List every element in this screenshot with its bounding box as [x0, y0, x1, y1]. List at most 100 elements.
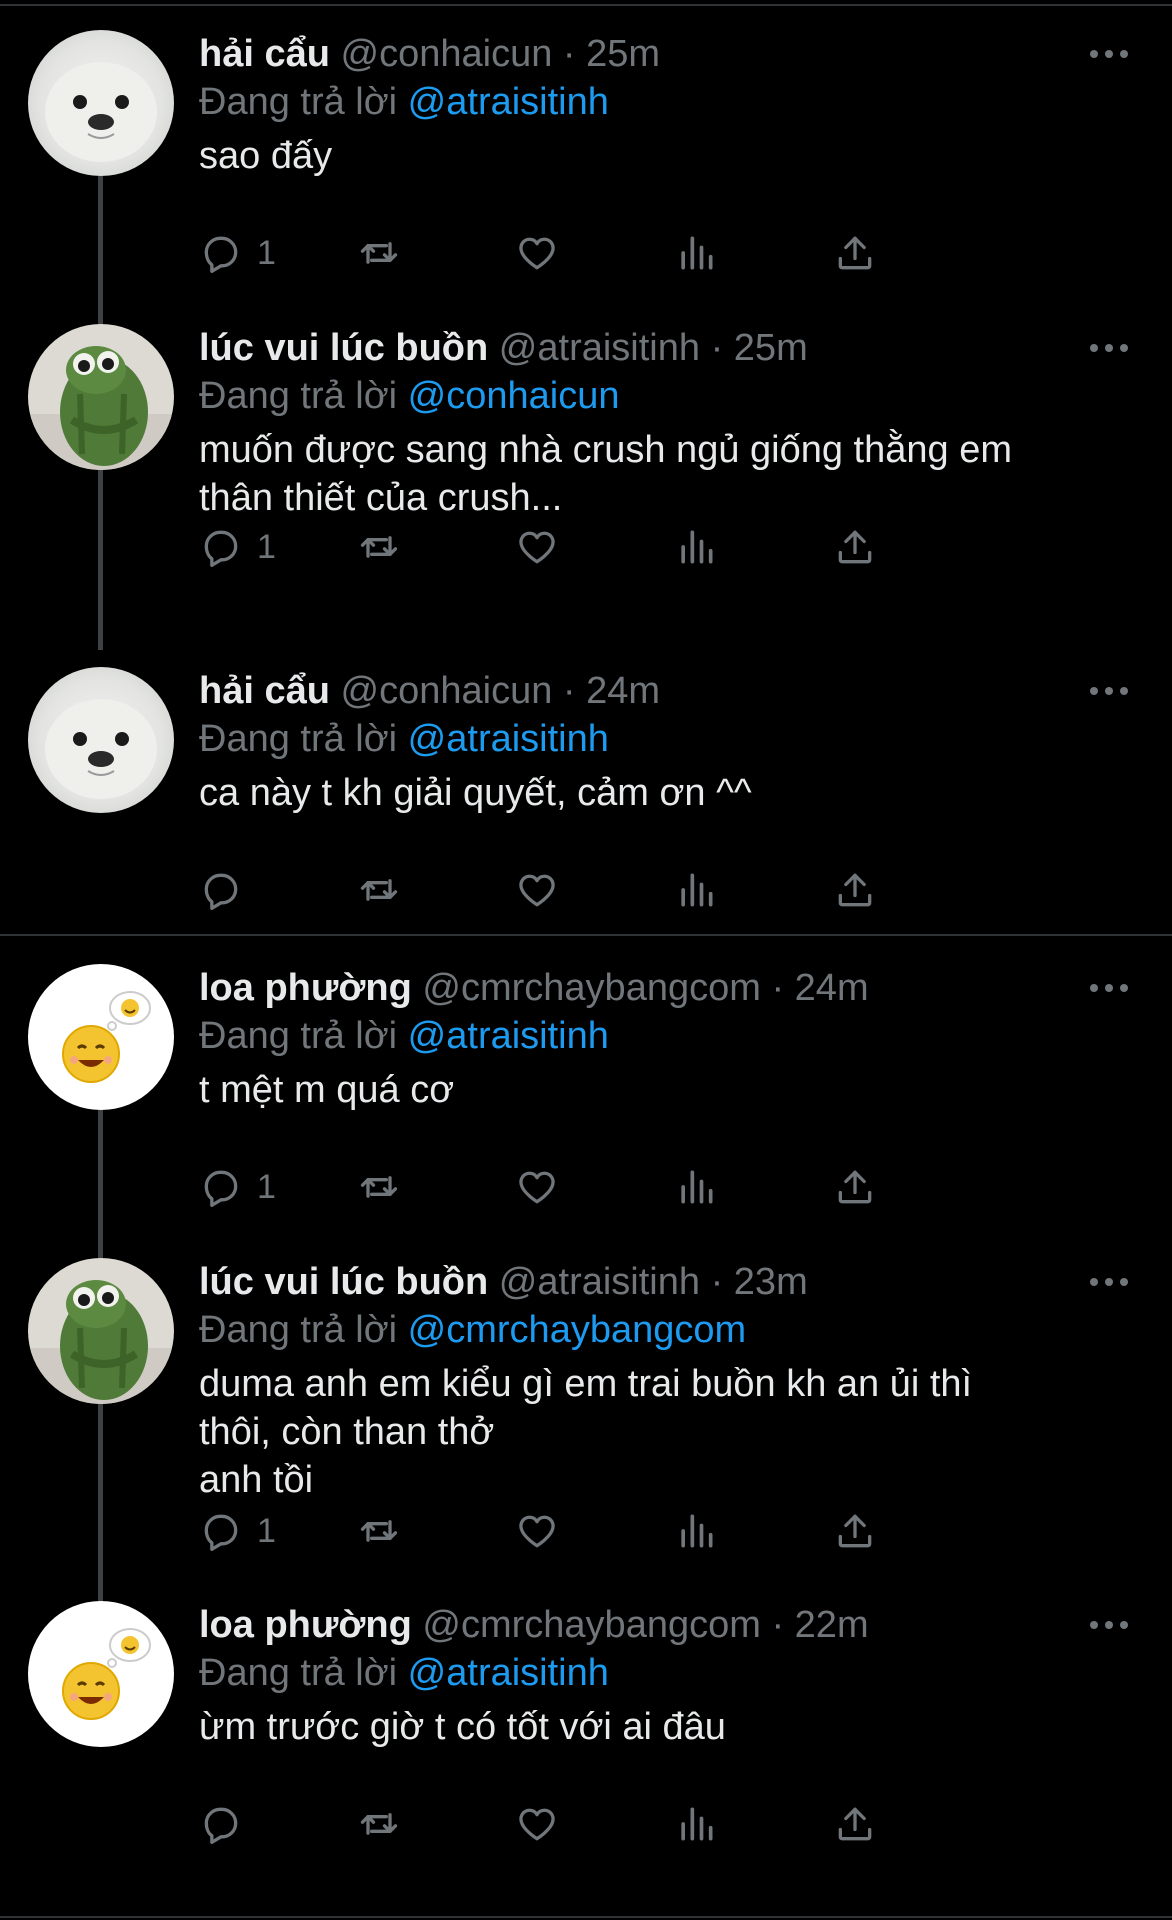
like-button[interactable] — [515, 1162, 559, 1212]
display-name[interactable]: loa phường — [199, 967, 412, 1009]
retweet-button[interactable] — [357, 1506, 401, 1556]
retweet-button[interactable] — [357, 228, 401, 278]
more-horizontal-icon[interactable] — [1084, 1607, 1134, 1643]
timestamp[interactable]: 22m — [795, 1604, 869, 1646]
share-button[interactable] — [833, 228, 877, 278]
avatar-frog[interactable] — [28, 324, 174, 470]
replying-to-label: Đang trả lời — [199, 81, 398, 123]
views-button[interactable] — [674, 1506, 718, 1556]
retweet-icon — [357, 1509, 401, 1553]
more-horizontal-icon[interactable] — [1084, 1264, 1134, 1300]
retweet-icon — [357, 1802, 401, 1846]
retweet-button[interactable] — [357, 865, 401, 915]
views-bar-chart-icon — [674, 231, 718, 275]
mention-link[interactable]: @conhaicun — [408, 375, 620, 417]
tweet-actions: 1 — [199, 228, 1039, 278]
reply-button[interactable] — [199, 865, 257, 915]
mention-link[interactable]: @atraisitinh — [408, 81, 609, 123]
avatar-frog[interactable] — [28, 1258, 174, 1404]
share-upload-icon — [833, 1509, 877, 1553]
reply-button[interactable] — [199, 1799, 257, 1849]
more-horizontal-icon[interactable] — [1084, 36, 1134, 72]
reply-button[interactable]: 1 — [199, 1506, 276, 1556]
user-handle[interactable]: @conhaicun — [341, 33, 553, 75]
retweet-button[interactable] — [357, 522, 401, 572]
share-button[interactable] — [833, 1799, 877, 1849]
mention-link[interactable]: @atraisitinh — [408, 1015, 609, 1057]
share-button[interactable] — [833, 1506, 877, 1556]
avatar-smiley[interactable] — [28, 964, 174, 1110]
tweet-header: loa phường @cmrchaybangcom · 24m — [199, 964, 1052, 1012]
views-button[interactable] — [674, 865, 718, 915]
display-name[interactable]: lúc vui lúc buồn — [199, 1261, 488, 1303]
replying-to-label: Đang trả lời — [199, 1652, 398, 1694]
display-name[interactable]: loa phường — [199, 1604, 412, 1646]
reply-count: 1 — [257, 527, 276, 566]
tweet-header: lúc vui lúc buồn @atraisitinh · 23m — [199, 1258, 1052, 1306]
like-button[interactable] — [515, 228, 559, 278]
like-button[interactable] — [515, 1799, 559, 1849]
mention-link[interactable]: @atraisitinh — [408, 1652, 609, 1694]
mention-link[interactable]: @cmrchaybangcom — [408, 1309, 746, 1351]
share-upload-icon — [833, 1165, 877, 1209]
timestamp[interactable]: 25m — [734, 327, 808, 369]
user-handle[interactable]: @cmrchaybangcom — [422, 1604, 760, 1646]
tweet-actions: 1 — [199, 1506, 1039, 1556]
avatar-seal[interactable] — [28, 30, 174, 176]
timestamp[interactable]: 24m — [586, 670, 660, 712]
replying-to-label: Đang trả lời — [199, 718, 398, 760]
tweet[interactable]: loa phường @cmrchaybangcom · 22m Đang trả… — [0, 1571, 1172, 1865]
share-button[interactable] — [833, 522, 877, 572]
display-name[interactable]: hải cẩu — [199, 33, 330, 75]
share-upload-icon — [833, 868, 877, 912]
separator-dot: · — [562, 33, 576, 75]
retweet-icon — [357, 525, 401, 569]
reply-button[interactable]: 1 — [199, 1162, 276, 1212]
like-button[interactable] — [515, 1506, 559, 1556]
reply-button[interactable]: 1 — [199, 228, 276, 278]
separator-dot: · — [710, 1261, 724, 1303]
tweet[interactable]: lúc vui lúc buồn @atraisitinh · 25m Đang … — [0, 294, 1172, 588]
share-button[interactable] — [833, 865, 877, 915]
views-button[interactable] — [674, 1799, 718, 1849]
timestamp[interactable]: 24m — [795, 967, 869, 1009]
views-button[interactable] — [674, 228, 718, 278]
display-name[interactable]: lúc vui lúc buồn — [199, 327, 488, 369]
views-button[interactable] — [674, 1162, 718, 1212]
retweet-icon — [357, 868, 401, 912]
replying-to-line: Đang trả lời @atraisitinh — [199, 1649, 609, 1697]
display-name[interactable]: hải cẩu — [199, 670, 330, 712]
like-button[interactable] — [515, 522, 559, 572]
retweet-button[interactable] — [357, 1162, 401, 1212]
retweet-icon — [357, 1165, 401, 1209]
tweet-text: ừm trước giờ t có tốt với ai đâu — [199, 1706, 726, 1748]
more-horizontal-icon[interactable] — [1084, 970, 1134, 1006]
tweet[interactable]: hải cẩu @conhaicun · 25m Đang trả lời @at… — [0, 0, 1172, 294]
timestamp[interactable]: 25m — [586, 33, 660, 75]
tweet[interactable]: hải cẩu @conhaicun · 24m Đang trả lời @at… — [0, 637, 1172, 931]
user-handle[interactable]: @cmrchaybangcom — [422, 967, 760, 1009]
avatar-smiley[interactable] — [28, 1601, 174, 1747]
views-bar-chart-icon — [674, 525, 718, 569]
reply-button[interactable]: 1 — [199, 522, 276, 572]
views-button[interactable] — [674, 522, 718, 572]
more-horizontal-icon[interactable] — [1084, 673, 1134, 709]
tweet[interactable]: lúc vui lúc buồn @atraisitinh · 23m Đang … — [0, 1228, 1172, 1551]
avatar-seal[interactable] — [28, 667, 174, 813]
timestamp[interactable]: 23m — [734, 1261, 808, 1303]
more-horizontal-icon[interactable] — [1084, 330, 1134, 366]
heart-icon — [515, 1165, 559, 1209]
tweet-actions: 1 — [199, 1162, 1039, 1212]
separator-dot: · — [771, 1604, 785, 1646]
user-handle[interactable]: @conhaicun — [341, 670, 553, 712]
user-handle[interactable]: @atraisitinh — [499, 1261, 700, 1303]
mention-link[interactable]: @atraisitinh — [408, 718, 609, 760]
views-bar-chart-icon — [674, 1802, 718, 1846]
tweet-header: lúc vui lúc buồn @atraisitinh · 25m — [199, 324, 1052, 372]
user-handle[interactable]: @atraisitinh — [499, 327, 700, 369]
share-button[interactable] — [833, 1162, 877, 1212]
like-button[interactable] — [515, 865, 559, 915]
tweet[interactable]: loa phường @cmrchaybangcom · 24m Đang trả… — [0, 934, 1172, 1228]
tweet-text: muốn được sang nhà crush ngủ giống thằng… — [199, 429, 1012, 519]
retweet-button[interactable] — [357, 1799, 401, 1849]
